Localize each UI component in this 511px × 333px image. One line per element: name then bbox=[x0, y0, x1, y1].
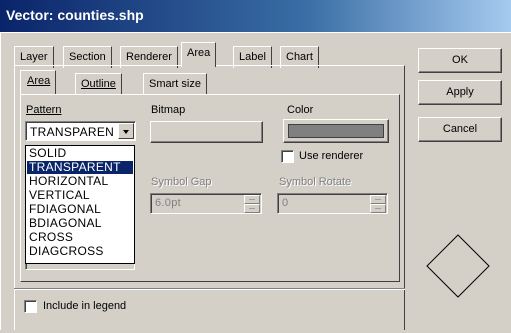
spinner-arrows-icon[interactable] bbox=[244, 195, 260, 213]
pattern-option-fdiagonal[interactable]: FDIAGONAL bbox=[27, 203, 133, 216]
pattern-option-diagcross[interactable]: DIAGCROSS bbox=[27, 245, 133, 258]
pattern-option-horizontal[interactable]: HORIZONTAL bbox=[27, 175, 133, 188]
use-renderer-label: Use renderer bbox=[299, 150, 364, 162]
bitmap-button[interactable] bbox=[150, 121, 263, 143]
pattern-option-bdiagonal[interactable]: BDIAGONAL bbox=[27, 217, 133, 230]
pattern-option-solid[interactable]: SOLID bbox=[27, 147, 133, 160]
pattern-dropdown-list[interactable]: SOLID TRANSPARENT HORIZONTAL VERTICAL FD… bbox=[25, 145, 135, 264]
subtab-outline[interactable]: Outline bbox=[75, 73, 122, 94]
spinner-arrows-icon[interactable] bbox=[370, 195, 386, 213]
symbol-rotate-spinner[interactable]: 0 bbox=[277, 193, 388, 214]
pattern-option-cross[interactable]: CROSS bbox=[27, 231, 133, 244]
bitmap-label: Bitmap bbox=[151, 104, 186, 116]
use-renderer-checkbox[interactable] bbox=[281, 150, 294, 163]
window-title: Vector: counties.shp bbox=[6, 7, 144, 23]
pattern-value: TRANSPAREN bbox=[30, 125, 115, 139]
symbol-rotate-value: 0 bbox=[282, 197, 289, 209]
subtab-area[interactable]: Area bbox=[20, 70, 57, 94]
include-in-legend-label: Include in legend bbox=[43, 300, 127, 312]
preview-panel bbox=[418, 203, 502, 330]
title-bar: Vector: counties.shp bbox=[0, 0, 511, 32]
subtab-smart-size[interactable]: Smart size bbox=[143, 73, 207, 94]
ok-button[interactable]: OK bbox=[418, 48, 502, 73]
include-in-legend-checkbox[interactable] bbox=[24, 300, 37, 313]
pattern-option-vertical[interactable]: VERTICAL bbox=[27, 189, 133, 202]
color-button[interactable] bbox=[283, 119, 389, 143]
pattern-combobox[interactable]: TRANSPAREN bbox=[25, 121, 136, 141]
color-swatch bbox=[288, 124, 384, 138]
symbol-gap-spinner[interactable]: 6.0pt bbox=[150, 193, 262, 214]
symbol-rotate-label: Symbol Rotate bbox=[279, 176, 352, 188]
apply-button[interactable]: Apply bbox=[418, 80, 502, 105]
pattern-label: Pattern bbox=[26, 104, 62, 116]
symbol-gap-label: Symbol Gap bbox=[151, 176, 212, 188]
chevron-down-icon[interactable] bbox=[118, 123, 134, 139]
pattern-option-transparent[interactable]: TRANSPARENT bbox=[27, 161, 133, 174]
separator bbox=[14, 288, 405, 290]
tab-area[interactable]: Area bbox=[181, 42, 217, 67]
diamond-icon bbox=[426, 234, 490, 298]
symbol-gap-value: 6.0pt bbox=[155, 197, 181, 209]
cancel-button[interactable]: Cancel bbox=[418, 117, 502, 142]
color-label: Color bbox=[287, 104, 314, 116]
